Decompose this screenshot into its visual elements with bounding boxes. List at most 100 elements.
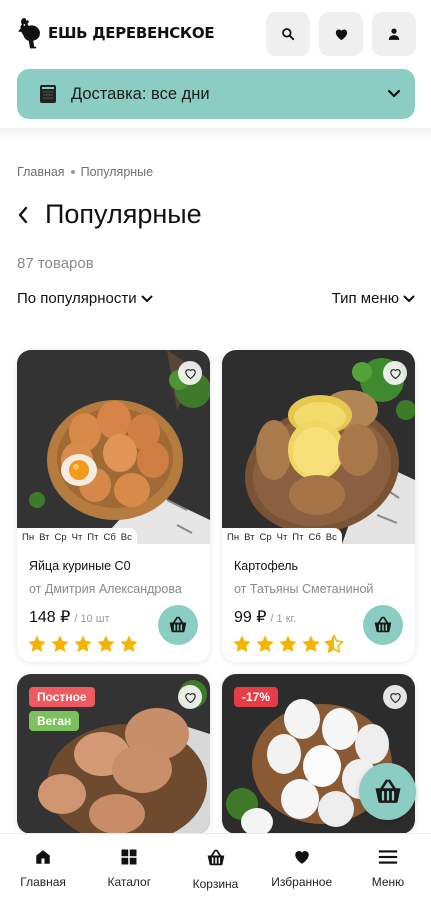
day-label: Вс [120, 531, 132, 543]
search-button[interactable] [266, 12, 310, 56]
nav-label: Избранное [271, 875, 333, 889]
heart-icon [335, 28, 347, 40]
day-label: Пн [227, 531, 240, 543]
delivery-days: Пн Вт Ср Чт Пт Сб Вс [17, 528, 137, 546]
day-label: Пн [22, 531, 35, 543]
breadcrumb: Главная Популярные [17, 165, 153, 179]
sort-dropdown[interactable]: По популярности [17, 290, 153, 307]
delivery-label: Доставка: все дни [71, 84, 210, 103]
star-icon [232, 634, 252, 654]
favorite-button[interactable] [383, 361, 407, 385]
nav-favorites[interactable]: Избранное [259, 834, 345, 900]
profile-button[interactable] [372, 12, 416, 56]
heart-icon [294, 851, 309, 864]
price-unit: / 10 шт [74, 613, 110, 625]
tag-badge-vegan: Веган [29, 711, 80, 731]
star-half-icon [324, 634, 344, 653]
product-card[interactable]: Пн Вт Ср Чт Пт Сб Вс Яйца куриные С0 от … [17, 350, 210, 662]
tag-badge-fast: Постное [29, 687, 95, 707]
heart-outline-icon [388, 690, 403, 705]
product-count: 87 товаров [17, 255, 94, 272]
delivery-selector[interactable]: Доставка: все дни [17, 69, 415, 119]
star-icon [50, 634, 70, 654]
rating-stars [27, 634, 139, 654]
product-seller: от Дмитрия Александрова [29, 582, 182, 596]
product-card[interactable]: Постное Веган [17, 674, 210, 834]
back-arrow-icon[interactable] [17, 206, 29, 224]
day-label: Чт [71, 531, 83, 543]
star-icon [119, 634, 139, 654]
basket-icon [168, 615, 188, 635]
user-icon [388, 28, 400, 40]
nav-label: Главная [20, 875, 66, 889]
product-price: 99 ₽ / 1 кг. [234, 607, 296, 627]
day-label: Пт [87, 531, 99, 543]
add-to-cart-button[interactable] [158, 605, 198, 645]
day-label: Вт [39, 531, 50, 543]
delivery-days: Пн Вт Ср Чт Пт Сб Вс [222, 528, 342, 546]
sort-label: По популярности [17, 290, 137, 307]
product-seller: от Татьяны Сметаниной [234, 582, 374, 596]
day-label: Ср [259, 531, 272, 543]
home-icon [36, 850, 50, 864]
divider [0, 128, 431, 142]
nav-catalog[interactable]: Каталог [86, 834, 172, 900]
add-to-cart-button[interactable] [363, 605, 403, 645]
title-row: Популярные [17, 199, 202, 230]
breadcrumb-current: Популярные [80, 165, 154, 179]
breadcrumb-home[interactable]: Главная [17, 165, 65, 179]
star-icon [301, 634, 321, 654]
star-icon [278, 634, 298, 654]
nav-label: Корзина [192, 877, 239, 891]
basket-icon [373, 777, 403, 807]
grid-icon [121, 849, 137, 865]
favorite-button[interactable] [178, 685, 202, 709]
nav-home[interactable]: Главная [0, 834, 86, 900]
day-label: Вс [325, 531, 337, 543]
discount-badge: -17% [234, 687, 279, 707]
product-name[interactable]: Яйца куриные С0 [29, 559, 131, 573]
price-value: 99 ₽ [234, 609, 267, 626]
breadcrumb-separator [70, 170, 75, 174]
price-unit: / 1 кг. [270, 613, 297, 625]
menu-type-dropdown[interactable]: Тип меню [332, 290, 415, 307]
nav-label: Каталог [107, 875, 152, 889]
product-name[interactable]: Картофель [234, 559, 298, 573]
basket-icon [207, 849, 224, 866]
day-label: Чт [276, 531, 288, 543]
floating-cart-button[interactable] [359, 763, 416, 820]
nav-label: Меню [371, 875, 405, 889]
page-title: Популярные [45, 199, 202, 229]
product-card[interactable]: Пн Вт Ср Чт Пт Сб Вс Картофель от Татьян… [222, 350, 415, 662]
star-icon [27, 634, 47, 654]
day-label: Пт [292, 531, 304, 543]
app-header: Ешь деревенское [0, 0, 431, 68]
calendar-icon [40, 85, 56, 103]
price-value: 148 ₽ [29, 609, 71, 626]
star-icon [255, 634, 275, 654]
product-price: 148 ₽ / 10 шт [29, 607, 110, 627]
nav-menu[interactable]: Меню [345, 834, 431, 900]
chevron-down-icon [403, 295, 415, 302]
rating-stars [232, 634, 344, 654]
star-icon [73, 634, 93, 654]
heart-outline-icon [183, 690, 198, 705]
chevron-down-icon [387, 89, 401, 98]
favorite-button[interactable] [178, 361, 202, 385]
logo[interactable]: Ешь деревенское [16, 16, 215, 50]
rooster-icon [18, 18, 40, 49]
chevron-down-icon [141, 295, 153, 302]
star-icon [96, 634, 116, 654]
menu-icon [378, 850, 398, 864]
search-icon [282, 28, 295, 41]
basket-icon [373, 615, 393, 635]
favorite-button[interactable] [383, 685, 407, 709]
day-label: Сб [103, 531, 116, 543]
heart-outline-icon [388, 366, 403, 381]
favorites-button[interactable] [319, 12, 363, 56]
nav-cart[interactable]: Корзина [172, 834, 258, 900]
bottom-navigation: Главная Каталог Корзина Избранное Меню [0, 833, 431, 900]
menu-type-label: Тип меню [331, 290, 399, 307]
heart-outline-icon [183, 366, 198, 381]
day-label: Вт [244, 531, 255, 543]
